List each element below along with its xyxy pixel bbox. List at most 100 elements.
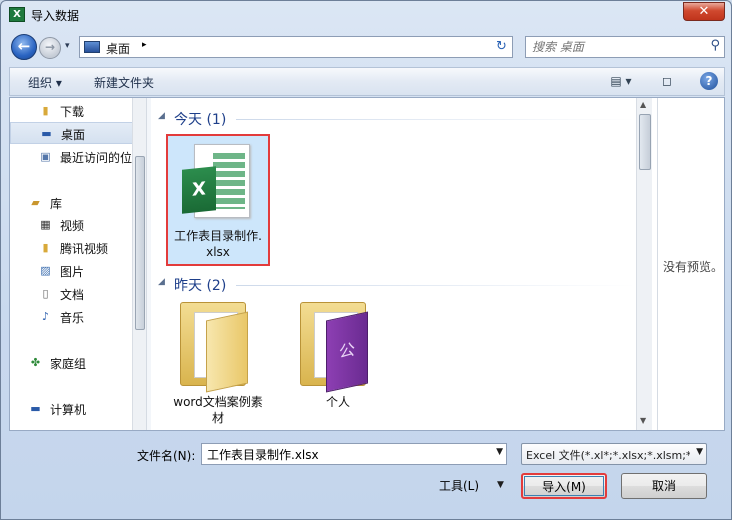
sidebar-item-library[interactable]: ▰ 库 xyxy=(10,192,134,214)
file-type-dropdown[interactable]: Excel 文件(*.xl*;*.xlsx;*.xlsm;*. ▼ xyxy=(521,443,707,465)
chevron-down-icon[interactable]: ▼ xyxy=(696,447,703,457)
command-toolbar: 组织 ▾ 新建文件夹 ▤ ▾ ◻ ? xyxy=(9,67,725,96)
group-divider xyxy=(236,285,636,286)
sidebar-item-label: 最近访问的位置 xyxy=(60,151,134,165)
sidebar-item-label: 图片 xyxy=(60,265,85,279)
scrollbar-thumb[interactable] xyxy=(135,156,145,330)
search-input[interactable] xyxy=(530,38,700,56)
sidebar-item-label: 家庭组 xyxy=(50,357,87,371)
navigation-row: ← → ▾ 桌面 ▸ ↻ ⚲ xyxy=(9,33,725,61)
title-bar: X 导入数据 ✕ xyxy=(1,1,731,29)
recent-places-icon: ▣ xyxy=(40,150,51,163)
chevron-down-icon[interactable]: ▼ xyxy=(496,447,503,457)
change-view-icon[interactable]: ▤ ▾ xyxy=(604,73,638,91)
desktop-icon xyxy=(84,41,100,53)
group-divider xyxy=(236,119,636,120)
navigation-pane: ▮ 下载 ▬ 桌面 ▣ 最近访问的位置 ▰ 库 ▦ 视频 ▮ 腾讯视频 xyxy=(10,98,146,430)
import-data-dialog: X 导入数据 ✕ ← → ▾ 桌面 ▸ ↻ ⚲ 组织 ▾ 新建文件夹 ▤ ▾ ◻… xyxy=(0,0,732,520)
sidebar-item-tencent-video[interactable]: ▮ 腾讯视频 xyxy=(10,237,134,259)
collapse-arrow-icon[interactable]: ◢ xyxy=(158,111,165,121)
video-icon: ▦ xyxy=(40,218,51,231)
close-button[interactable]: ✕ xyxy=(683,2,725,21)
help-icon[interactable]: ? xyxy=(700,72,718,90)
filename-label: 文件名(N): xyxy=(137,449,196,463)
file-list-pane: ◢ 今天 (1) X 工作表目录制作. xlsx ◢ 昨天 (2) word文档… xyxy=(152,98,656,430)
sidebar-item-label: 库 xyxy=(50,197,63,211)
folder-cover-text: 公 xyxy=(326,311,368,393)
cancel-button[interactable]: 取消 xyxy=(621,473,707,499)
no-preview-text: 没有预览。 xyxy=(662,260,723,274)
import-button[interactable]: 导入(M) xyxy=(521,473,607,499)
new-folder-button[interactable]: 新建文件夹 xyxy=(94,74,154,91)
group-header-yesterday[interactable]: ◢ 昨天 (2) xyxy=(156,274,636,294)
folder-icon: ▮ xyxy=(42,104,49,117)
breadcrumb-chevron-icon[interactable]: ▸ xyxy=(142,40,147,50)
navigation-scrollbar[interactable] xyxy=(132,98,146,430)
file-name-line: 个人 xyxy=(325,395,350,409)
sidebar-item-videos[interactable]: ▦ 视频 xyxy=(10,214,134,236)
search-icon[interactable]: ⚲ xyxy=(710,38,720,53)
file-name-line: word文档案例素 xyxy=(173,395,263,409)
folder-icon: ▮ xyxy=(42,241,49,254)
forward-arrow-icon[interactable]: → xyxy=(39,37,61,59)
file-type-value: Excel 文件(*.xl*;*.xlsx;*.xlsm;*. xyxy=(526,449,690,462)
collapse-arrow-icon[interactable]: ◢ xyxy=(158,277,165,287)
refresh-icon[interactable]: ↻ xyxy=(491,36,513,58)
excel-app-icon: X xyxy=(9,7,25,22)
chevron-down-icon[interactable]: ▼ xyxy=(497,480,504,490)
sidebar-item-label: 音乐 xyxy=(60,311,85,325)
file-name-line: xlsx xyxy=(206,245,230,259)
folder-icon: 公 xyxy=(300,302,370,393)
search-box[interactable]: ⚲ xyxy=(525,36,725,58)
homegroup-icon: ✤ xyxy=(30,356,41,369)
filename-input[interactable] xyxy=(205,445,485,463)
sidebar-item-label: 腾讯视频 xyxy=(60,242,109,256)
group-title: 昨天 (2) xyxy=(174,278,227,294)
back-arrow-icon[interactable]: ← xyxy=(11,34,37,60)
desktop-icon: ▬ xyxy=(41,127,52,140)
file-item-folder-personal[interactable]: 公 个人 xyxy=(286,294,390,426)
file-name-line: 材 xyxy=(211,411,224,425)
sidebar-item-desktop[interactable]: ▬ 桌面 xyxy=(10,122,134,144)
filename-combobox[interactable]: ▼ xyxy=(201,443,507,465)
sidebar-item-computer[interactable]: ▬ 计算机 xyxy=(10,398,134,420)
sidebar-item-documents[interactable]: ▯ 文档 xyxy=(10,283,134,305)
file-item-folder-word-materials[interactable]: word文档案例素 材 xyxy=(166,294,270,426)
address-bar[interactable]: 桌面 ▸ xyxy=(79,36,499,58)
pane-splitter[interactable] xyxy=(146,98,151,430)
library-icon: ▰ xyxy=(31,196,40,209)
sidebar-item-label: 下载 xyxy=(60,105,85,119)
address-location[interactable]: 桌面 xyxy=(106,40,130,57)
group-header-today[interactable]: ◢ 今天 (1) xyxy=(156,108,636,128)
sidebar-item-downloads[interactable]: ▮ 下载 xyxy=(10,100,134,122)
preview-pane-icon[interactable]: ◻ xyxy=(656,73,678,91)
excel-badge-icon: X xyxy=(182,166,216,214)
sidebar-item-recent-places[interactable]: ▣ 最近访问的位置 xyxy=(10,146,134,168)
folder-icon xyxy=(180,302,250,393)
tools-button[interactable]: 工具(L) xyxy=(439,477,479,494)
picture-icon: ▨ xyxy=(40,264,51,277)
file-item-excel[interactable]: X 工作表目录制作. xlsx xyxy=(166,134,270,266)
sidebar-item-pictures[interactable]: ▨ 图片 xyxy=(10,260,134,282)
sidebar-item-label: 视频 xyxy=(60,219,85,233)
dialog-footer: 文件名(N): ▼ Excel 文件(*.xl*;*.xlsx;*.xlsm;*… xyxy=(1,433,731,519)
dialog-title: 导入数据 xyxy=(31,9,80,23)
preview-pane: 没有预览。 xyxy=(657,98,725,430)
document-icon: ▯ xyxy=(42,287,49,300)
scroll-down-arrow-icon[interactable]: ▼ xyxy=(640,416,646,425)
content-area: ▮ 下载 ▬ 桌面 ▣ 最近访问的位置 ▰ 库 ▦ 视频 ▮ 腾讯视频 xyxy=(9,97,725,431)
sidebar-item-label: 文档 xyxy=(60,288,85,302)
sidebar-item-music[interactable]: ♪ 音乐 xyxy=(10,306,134,328)
organize-button[interactable]: 组织 ▾ xyxy=(28,74,62,91)
file-list-scrollbar[interactable]: ▲ ▼ xyxy=(636,98,652,430)
sidebar-item-label: 桌面 xyxy=(61,128,86,142)
music-icon: ♪ xyxy=(41,310,50,323)
scrollbar-thumb[interactable] xyxy=(639,114,651,170)
file-name-line: 工作表目录制作. xyxy=(174,229,262,243)
scroll-up-arrow-icon[interactable]: ▲ xyxy=(640,100,646,109)
sidebar-item-homegroup[interactable]: ✤ 家庭组 xyxy=(10,352,134,374)
computer-icon: ▬ xyxy=(30,402,41,415)
group-title: 今天 (1) xyxy=(174,112,227,128)
recent-locations-chevron-icon[interactable]: ▾ xyxy=(65,41,70,51)
sidebar-item-label: 计算机 xyxy=(50,403,87,417)
